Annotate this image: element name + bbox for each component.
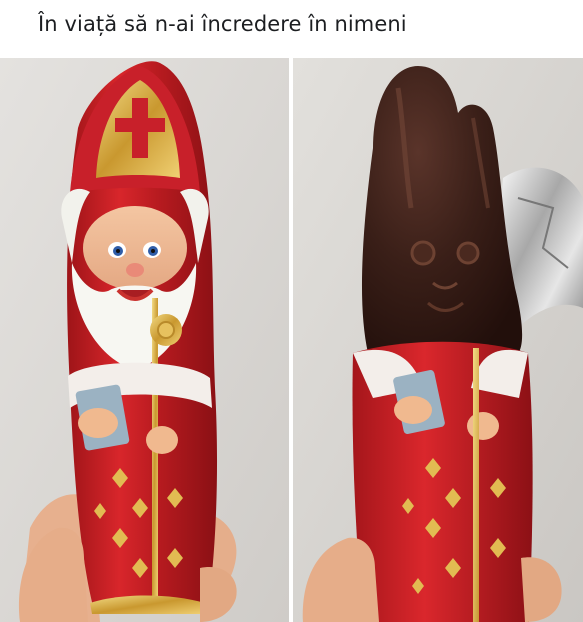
meme-post: În viață să n-ai încredere în nimeni: [0, 0, 583, 622]
meme-image[interactable]: [0, 58, 583, 622]
post-caption: În viață să n-ai încredere în nimeni: [38, 12, 407, 36]
bunny-chocolate-photo: [293, 58, 583, 622]
caption-bar: În viață să n-ai încredere în nimeni: [0, 0, 583, 58]
santa-chocolate-photo: [0, 58, 289, 622]
